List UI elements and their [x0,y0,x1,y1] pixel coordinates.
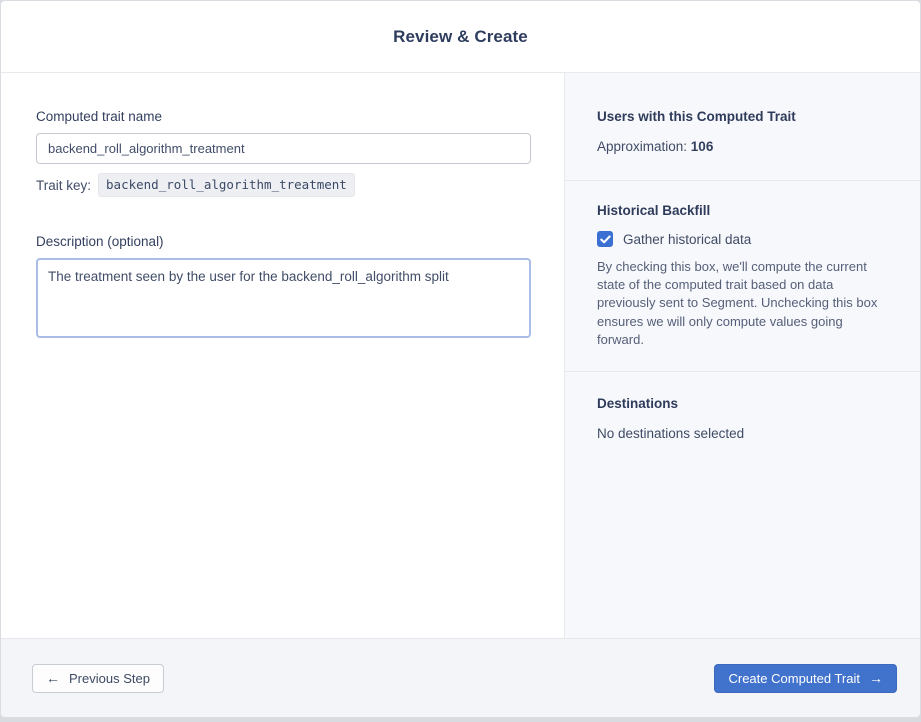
destinations-heading: Destinations [597,395,679,411]
trait-key-badge: backend_roll_algorithm_treatment [98,173,355,197]
destinations-empty-text: No destinations selected [597,425,745,441]
checkmark-icon [599,234,611,243]
create-trait-label: Create Computed Trait [728,670,860,686]
trait-key-label: Trait key: [36,177,92,193]
page-title: Review & Create [393,26,528,46]
backfill-description: By checking this box, we'll compute the … [597,259,878,347]
gather-historical-data-checkbox[interactable] [597,231,613,247]
sidebar-divider [565,370,920,372]
header: Review & Create [1,1,920,73]
forward-arrow-icon: → [869,670,883,686]
footer: ← Previous Step Create Computed Trait → [1,638,920,717]
trait-key-row: Trait key: backend_roll_algorithm_treatm… [36,173,531,197]
approximation-label: Approximation: [597,139,691,154]
backfill-heading: Historical Backfill [597,203,711,218]
summary-sidebar: Users with this Computed Trait Approxima… [564,73,920,638]
approximation-line: Approximation: 106 [597,139,890,154]
form-panel: Computed trait name Trait key: backend_r… [1,73,564,638]
backfill-checkbox-row[interactable]: Gather historical data [597,231,890,247]
create-computed-trait-button[interactable]: Create Computed Trait → [714,663,897,693]
trait-name-input[interactable] [36,133,531,164]
previous-step-button[interactable]: ← Previous Step [32,663,164,693]
review-create-card: Review & Create Computed trait name Trai… [0,0,921,718]
trait-name-label: Computed trait name [36,109,163,124]
users-heading: Users with this Computed Trait [597,109,796,124]
description-label: Description (optional) [36,234,164,249]
approximation-value: 106 [690,139,714,154]
backfill-checkbox-label: Gather historical data [623,231,752,247]
sidebar-divider [565,180,920,181]
previous-step-label: Previous Step [69,670,150,686]
back-arrow-icon: ← [46,670,60,686]
description-textarea[interactable]: The treatment seen by the user for the b… [36,258,531,338]
content-row: Computed trait name Trait key: backend_r… [1,73,920,638]
